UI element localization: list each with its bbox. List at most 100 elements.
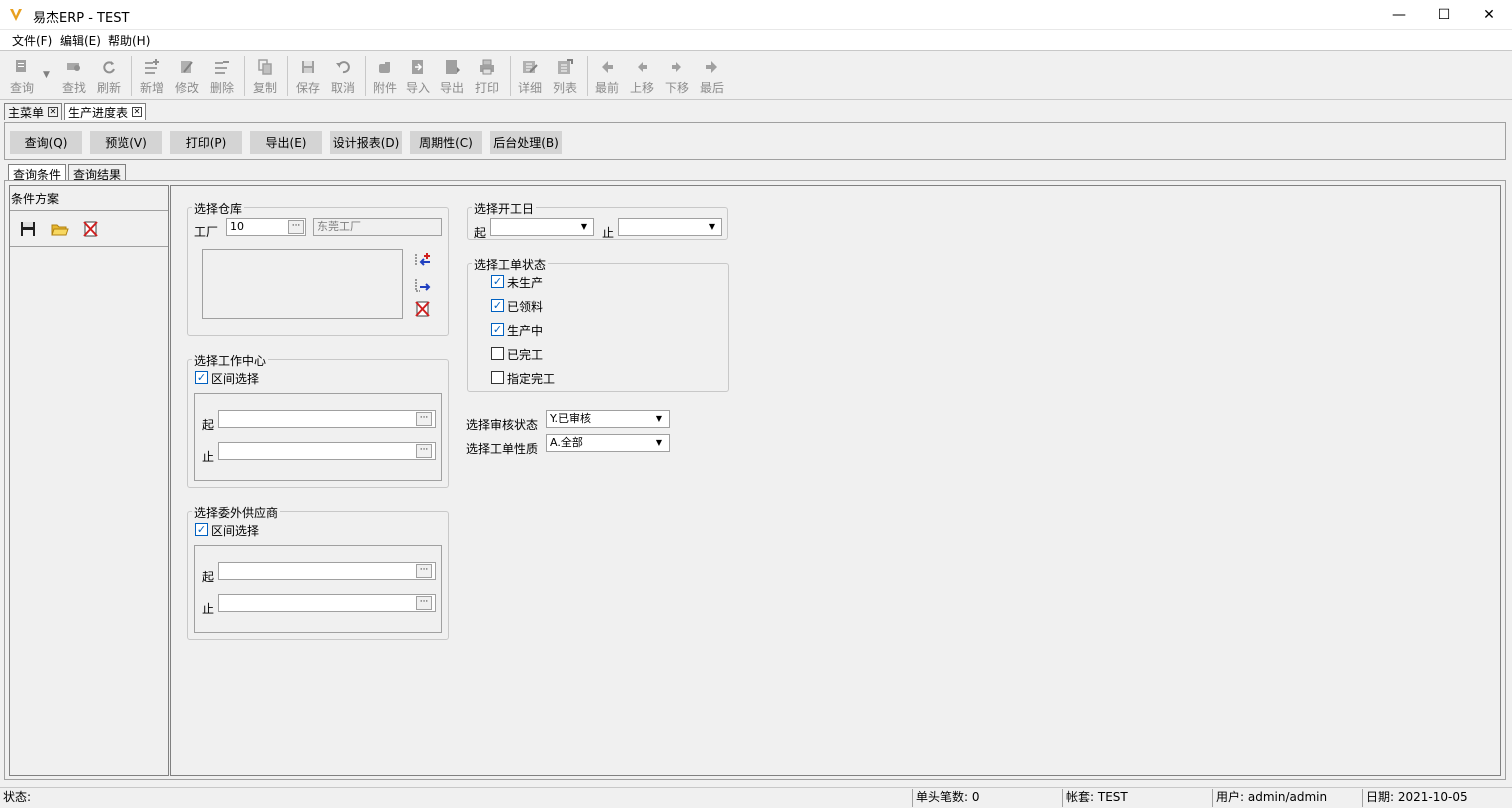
toolbar-first-button[interactable]: 最前 (589, 58, 625, 98)
divider (10, 210, 168, 211)
close-button[interactable]: ✕ (1466, 0, 1512, 30)
status-forced-complete-label: 指定完工 (507, 372, 556, 386)
toolbar-attachment-button[interactable]: 附件 (367, 58, 403, 98)
status-completed-label: 已完工 (507, 348, 544, 362)
tab-production-progress[interactable]: 生产进度表 ✕ (64, 103, 147, 120)
toolbar-cancel-button[interactable]: 取消 (325, 58, 361, 98)
chevron-down-icon[interactable]: ▼ (652, 412, 666, 426)
delete-scheme-icon[interactable] (82, 220, 99, 238)
workcenter-to-lookup-button[interactable]: ··· (416, 444, 432, 458)
toolbar-save-button[interactable]: 保存 (290, 58, 326, 98)
toolbar-separator (287, 56, 288, 96)
list-icon (558, 59, 573, 74)
add-icon (145, 59, 159, 74)
toolbar-refresh-button[interactable]: 刷新 (91, 58, 127, 98)
supplier-range-checkbox[interactable]: ✓ (195, 523, 208, 536)
preview-button[interactable]: 预览(V) (90, 131, 162, 154)
tab-query-conditions[interactable]: 查询条件 (8, 164, 67, 182)
toolbar-list-button[interactable]: 列表 (547, 58, 583, 98)
start-date-group-title: 选择开工日 (472, 200, 537, 217)
design-report-button[interactable]: 设计报表(D) (330, 131, 402, 154)
workcenter-from-lookup-button[interactable]: ··· (416, 412, 432, 426)
toolbar-last-button[interactable]: 最后 (694, 58, 730, 98)
minimize-button[interactable]: — (1376, 0, 1422, 30)
status-in-production-checkbox[interactable]: ✓ (491, 323, 504, 336)
menu-bar (0, 30, 1512, 50)
status-forced-complete-checkbox[interactable] (491, 371, 504, 384)
toolbar-query-button[interactable]: 查询 (4, 58, 40, 98)
title-bar (0, 0, 1512, 30)
status-in-production-label: 生产中 (507, 324, 544, 338)
last-icon (706, 61, 717, 73)
find-icon (67, 63, 80, 71)
supplier-to-input[interactable] (218, 594, 436, 612)
status-completed-checkbox[interactable] (491, 347, 504, 360)
toolbar-import-button[interactable]: 导入 (400, 58, 436, 98)
query-dropdown-arrow-icon[interactable]: ▼ (43, 70, 50, 80)
workcenter-range-checkbox[interactable]: ✓ (195, 371, 208, 384)
status-materials-issued-checkbox[interactable]: ✓ (491, 299, 504, 312)
workcenter-group-title: 选择工作中心 (192, 352, 269, 369)
close-tab-icon[interactable]: ✕ (132, 107, 143, 117)
toolbar-find-button[interactable]: 查找 (56, 58, 92, 98)
import-icon (412, 60, 423, 74)
warehouse-list[interactable] (202, 249, 403, 319)
next-icon (672, 62, 681, 72)
maximize-button[interactable]: ☐ (1421, 0, 1467, 30)
periodic-button[interactable]: 周期性(C) (410, 131, 482, 154)
workcenter-range-box (194, 393, 442, 481)
menu-file[interactable]: 文件(F) (12, 32, 52, 49)
query-icon (16, 60, 26, 72)
toolbar-next-button[interactable]: 下移 (659, 58, 695, 98)
order-status-group-title: 选择工单状态 (472, 256, 549, 273)
print-icon (480, 59, 494, 75)
factory-lookup-button[interactable]: ··· (288, 220, 304, 234)
clear-warehouse-icon[interactable] (414, 300, 432, 318)
supplier-from-label: 起 (202, 570, 215, 584)
supplier-from-lookup-button[interactable]: ··· (416, 564, 432, 578)
toolbar-delete-button[interactable]: 删除 (204, 58, 240, 98)
toolbar-add-button[interactable]: 新增 (134, 58, 170, 98)
open-folder-icon[interactable] (51, 222, 69, 237)
date-info: 日期: 2021-10-05 (1362, 789, 1512, 807)
background-process-button[interactable]: 后台处理(B) (490, 131, 562, 154)
status-materials-issued-label: 已领料 (507, 300, 544, 314)
toolbar-edit-button[interactable]: 修改 (169, 58, 205, 98)
toolbar-print-button[interactable]: 打印 (469, 58, 505, 98)
supplier-to-lookup-button[interactable]: ··· (416, 596, 432, 610)
edit-icon (181, 61, 193, 73)
save-scheme-icon[interactable] (20, 221, 36, 237)
app-logo-icon (10, 9, 22, 21)
chevron-down-icon[interactable]: ▼ (705, 220, 719, 234)
user-info: 用户: admin/admin (1212, 789, 1362, 807)
menu-edit[interactable]: 编辑(E) (60, 32, 101, 49)
chevron-down-icon[interactable]: ▼ (577, 220, 591, 234)
divider (10, 246, 168, 247)
add-warehouse-icon[interactable] (414, 251, 432, 269)
close-tab-icon[interactable]: ✕ (48, 107, 59, 117)
toolbar-copy-button[interactable]: 复制 (247, 58, 283, 98)
menu-help[interactable]: 帮助(H) (108, 32, 150, 49)
supplier-to-label: 止 (202, 602, 215, 616)
toolbar-export-button[interactable]: 导出 (434, 58, 470, 98)
export-button[interactable]: 导出(E) (250, 131, 322, 154)
chevron-down-icon[interactable]: ▼ (652, 436, 666, 450)
status-not-started-checkbox[interactable]: ✓ (491, 275, 504, 288)
supplier-from-input[interactable] (218, 562, 436, 580)
query-button[interactable]: 查询(Q) (10, 131, 82, 154)
tab-main-menu[interactable]: 主菜单 ✕ (4, 103, 63, 120)
print-button[interactable]: 打印(P) (170, 131, 242, 154)
account-info: 帐套: TEST (1062, 789, 1212, 807)
workcenter-to-label: 止 (202, 450, 215, 464)
workcenter-range-label: 区间选择 (211, 372, 260, 386)
tab-query-results[interactable]: 查询结果 (68, 164, 127, 182)
detail-icon (523, 61, 538, 73)
workcenter-from-input[interactable] (218, 410, 436, 428)
refresh-icon (103, 61, 115, 74)
move-warehouse-icon[interactable] (414, 276, 432, 294)
window-title: 易杰ERP - TEST (33, 11, 130, 26)
toolbar-detail-button[interactable]: 详细 (512, 58, 548, 98)
workcenter-to-input[interactable] (218, 442, 436, 460)
audit-status-label: 选择审核状态 (466, 418, 539, 432)
toolbar-prev-button[interactable]: 上移 (624, 58, 660, 98)
